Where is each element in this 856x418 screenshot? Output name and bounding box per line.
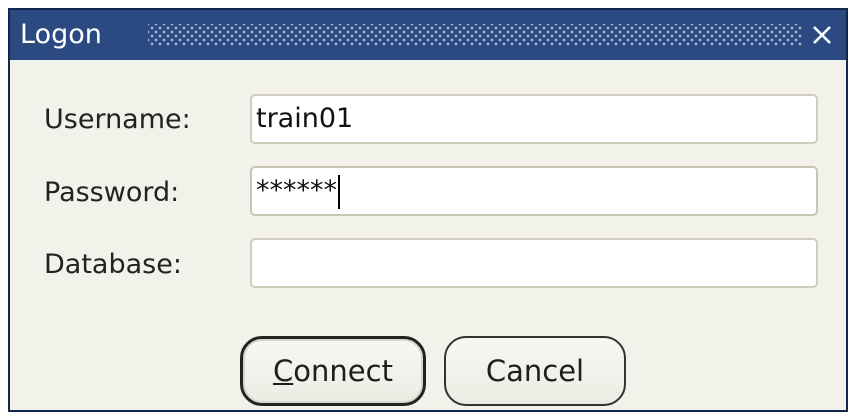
database-field[interactable] bbox=[250, 238, 818, 288]
window-title: Logon bbox=[20, 19, 102, 50]
connect-mnemonic: C bbox=[273, 354, 294, 388]
connect-button[interactable]: Connect bbox=[240, 336, 426, 406]
connect-label: onnect bbox=[293, 354, 393, 388]
username-value: train01 bbox=[256, 103, 354, 134]
close-button[interactable] bbox=[806, 20, 838, 50]
password-value: ****** bbox=[256, 175, 337, 206]
title-bar-grip bbox=[148, 24, 802, 46]
database-label: Database: bbox=[44, 249, 182, 280]
close-icon bbox=[813, 26, 831, 44]
password-field[interactable]: ****** bbox=[250, 166, 818, 216]
username-label: Username: bbox=[44, 104, 191, 135]
logon-dialog: Logon Username: train01 Password: ******… bbox=[8, 8, 848, 412]
cancel-label: Cancel bbox=[485, 354, 585, 388]
title-bar[interactable]: Logon bbox=[10, 10, 846, 60]
cancel-button[interactable]: Cancel bbox=[444, 336, 626, 406]
username-field[interactable]: train01 bbox=[250, 94, 818, 144]
password-label: Password: bbox=[44, 177, 180, 208]
text-caret bbox=[338, 174, 340, 209]
